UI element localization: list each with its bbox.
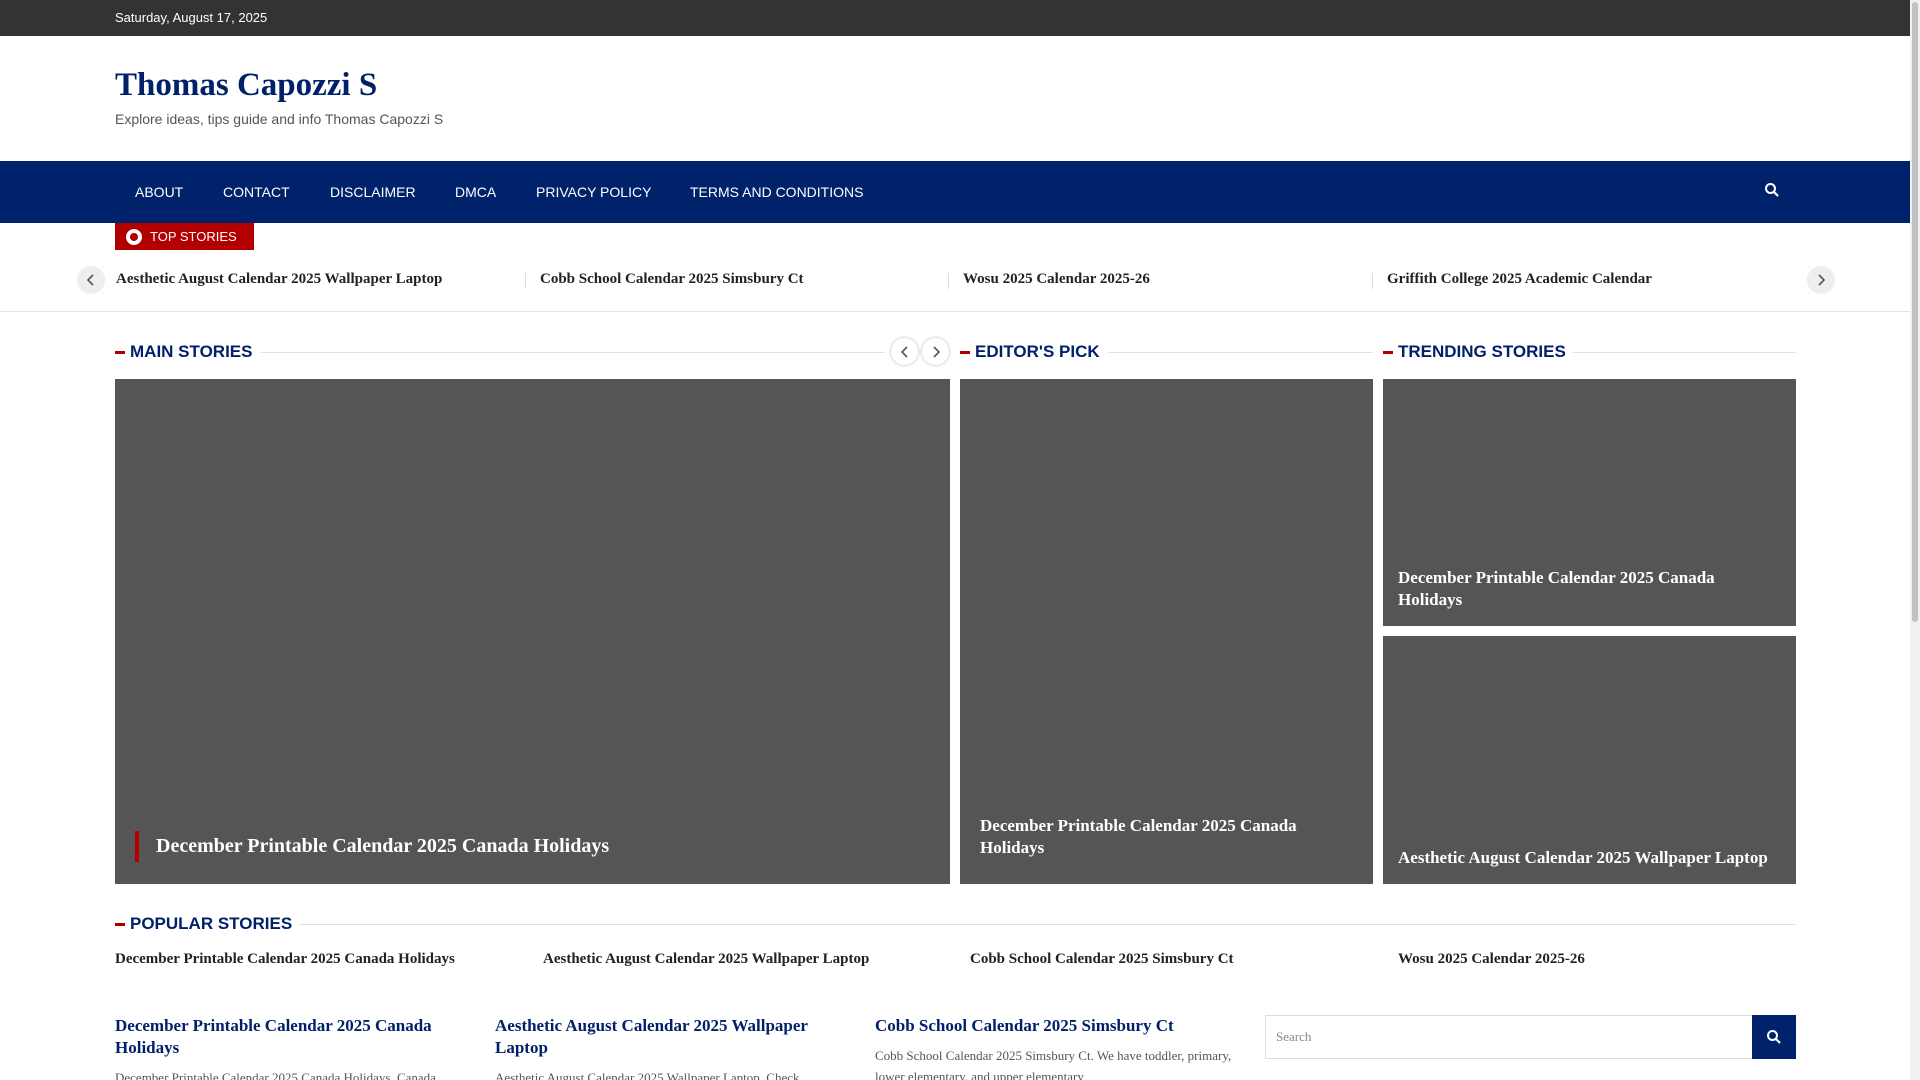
nav-item-terms[interactable]: TERMS AND CONDITIONS xyxy=(690,184,863,200)
ticker-next-button[interactable] xyxy=(1807,266,1835,294)
current-date: Saturday, August 17, 2025 xyxy=(115,10,268,25)
heading-accent xyxy=(960,351,970,354)
main-story-title[interactable]: December Printable Calendar 2025 Canada … xyxy=(156,835,609,857)
live-dot-icon xyxy=(126,229,142,245)
site-title[interactable]: Thomas Capozzi S xyxy=(115,67,377,104)
main-stories-prev-button[interactable] xyxy=(891,338,918,365)
sidebar-search-button[interactable] xyxy=(1752,1015,1796,1059)
editors-pick-heading: EDITOR'S PICK xyxy=(960,340,1373,364)
trending-title: TRENDING STORIES xyxy=(1398,342,1566,361)
popular-stories-heading: POPULAR STORIES xyxy=(115,912,1796,936)
ticker-item[interactable]: Cobb School Calendar 2025 Simsbury Ct xyxy=(540,271,804,288)
post-excerpt: December Printable Calendar 2025 Canada … xyxy=(115,1070,436,1080)
main-stories-heading: MAIN STORIES xyxy=(115,340,950,364)
post-excerpt: Cobb School Calendar 2025 Simsbury Ct. W… xyxy=(875,1048,1232,1080)
nav-item-disclaimer[interactable]: DISCLAIMER xyxy=(330,184,416,200)
nav-item-dmca[interactable]: DMCA xyxy=(455,184,496,200)
ticker-separator xyxy=(525,273,526,289)
popular-story-link[interactable]: December Printable Calendar 2025 Canada … xyxy=(115,951,455,968)
trending-story-title[interactable]: December Printable Calendar 2025 Canada … xyxy=(1398,567,1778,611)
site-header: Thomas Capozzi S Explore ideas, tips gui… xyxy=(0,36,1910,161)
sidebar-search-input[interactable] xyxy=(1265,1015,1753,1059)
title-accent-bar xyxy=(135,831,139,862)
popular-story-link[interactable]: Aesthetic August Calendar 2025 Wallpaper… xyxy=(543,951,869,968)
editors-pick-title: EDITOR'S PICK xyxy=(975,342,1100,361)
ticker-separator xyxy=(1372,273,1373,289)
top-stories-text: TOP STORIES xyxy=(150,229,237,244)
trending-heading: TRENDING STORIES xyxy=(1383,340,1796,364)
heading-divider xyxy=(261,352,885,353)
popular-story-link[interactable]: Cobb School Calendar 2025 Simsbury Ct xyxy=(970,951,1234,968)
heading-divider xyxy=(1573,352,1796,353)
heading-accent xyxy=(1383,351,1393,354)
site-tagline: Explore ideas, tips guide and info Thoma… xyxy=(115,111,444,127)
top-stories-label: TOP STORIES xyxy=(115,223,254,250)
trending-card[interactable]: December Printable Calendar 2025 Canada … xyxy=(1383,379,1796,626)
nav-item-privacy-policy[interactable]: PRIVACY POLICY xyxy=(536,184,651,200)
ticker-item[interactable]: Aesthetic August Calendar 2025 Wallpaper… xyxy=(116,271,442,288)
editors-pick-story-title[interactable]: December Printable Calendar 2025 Canada … xyxy=(980,815,1350,859)
post-excerpt: Aesthetic August Calendar 2025 Wallpaper… xyxy=(495,1070,800,1080)
heading-accent xyxy=(115,351,125,354)
nav-item-about[interactable]: ABOUT xyxy=(135,184,183,200)
page-scrollbar[interactable] xyxy=(1910,0,1920,1080)
ticker-separator xyxy=(948,273,949,289)
heading-divider xyxy=(1108,352,1373,353)
ticker-item[interactable]: Wosu 2025 Calendar 2025-26 xyxy=(963,271,1150,288)
ticker-prev-button[interactable] xyxy=(77,266,105,294)
heading-divider xyxy=(299,924,1796,925)
popular-stories-title: POPULAR STORIES xyxy=(130,914,293,933)
trending-story-title[interactable]: Aesthetic August Calendar 2025 Wallpaper… xyxy=(1398,847,1788,869)
heading-accent xyxy=(115,923,125,926)
scrollbar-thumb[interactable] xyxy=(1912,2,1918,622)
top-bar: Saturday, August 17, 2025 xyxy=(0,0,1910,36)
main-stories-next-button[interactable] xyxy=(922,338,949,365)
post-title[interactable]: Cobb School Calendar 2025 Simsbury Ct xyxy=(875,1015,1235,1037)
main-story-card[interactable]: December Printable Calendar 2025 Canada … xyxy=(115,379,950,884)
trending-card[interactable]: Aesthetic August Calendar 2025 Wallpaper… xyxy=(1383,636,1796,884)
post-title[interactable]: Aesthetic August Calendar 2025 Wallpaper… xyxy=(495,1015,845,1059)
editors-pick-card[interactable]: December Printable Calendar 2025 Canada … xyxy=(960,379,1373,884)
popular-story-link[interactable]: Wosu 2025 Calendar 2025-26 xyxy=(1398,951,1585,968)
main-navigation: ABOUT CONTACT DISCLAIMER DMCA PRIVACY PO… xyxy=(0,161,1910,223)
ticker-item[interactable]: Griffith College 2025 Academic Calendar xyxy=(1387,271,1652,288)
nav-item-contact[interactable]: CONTACT xyxy=(223,184,290,200)
post-title[interactable]: December Printable Calendar 2025 Canada … xyxy=(115,1015,465,1059)
search-icon[interactable] xyxy=(1764,182,1782,200)
search-icon xyxy=(1767,1030,1781,1044)
main-stories-title: MAIN STORIES xyxy=(130,342,253,361)
